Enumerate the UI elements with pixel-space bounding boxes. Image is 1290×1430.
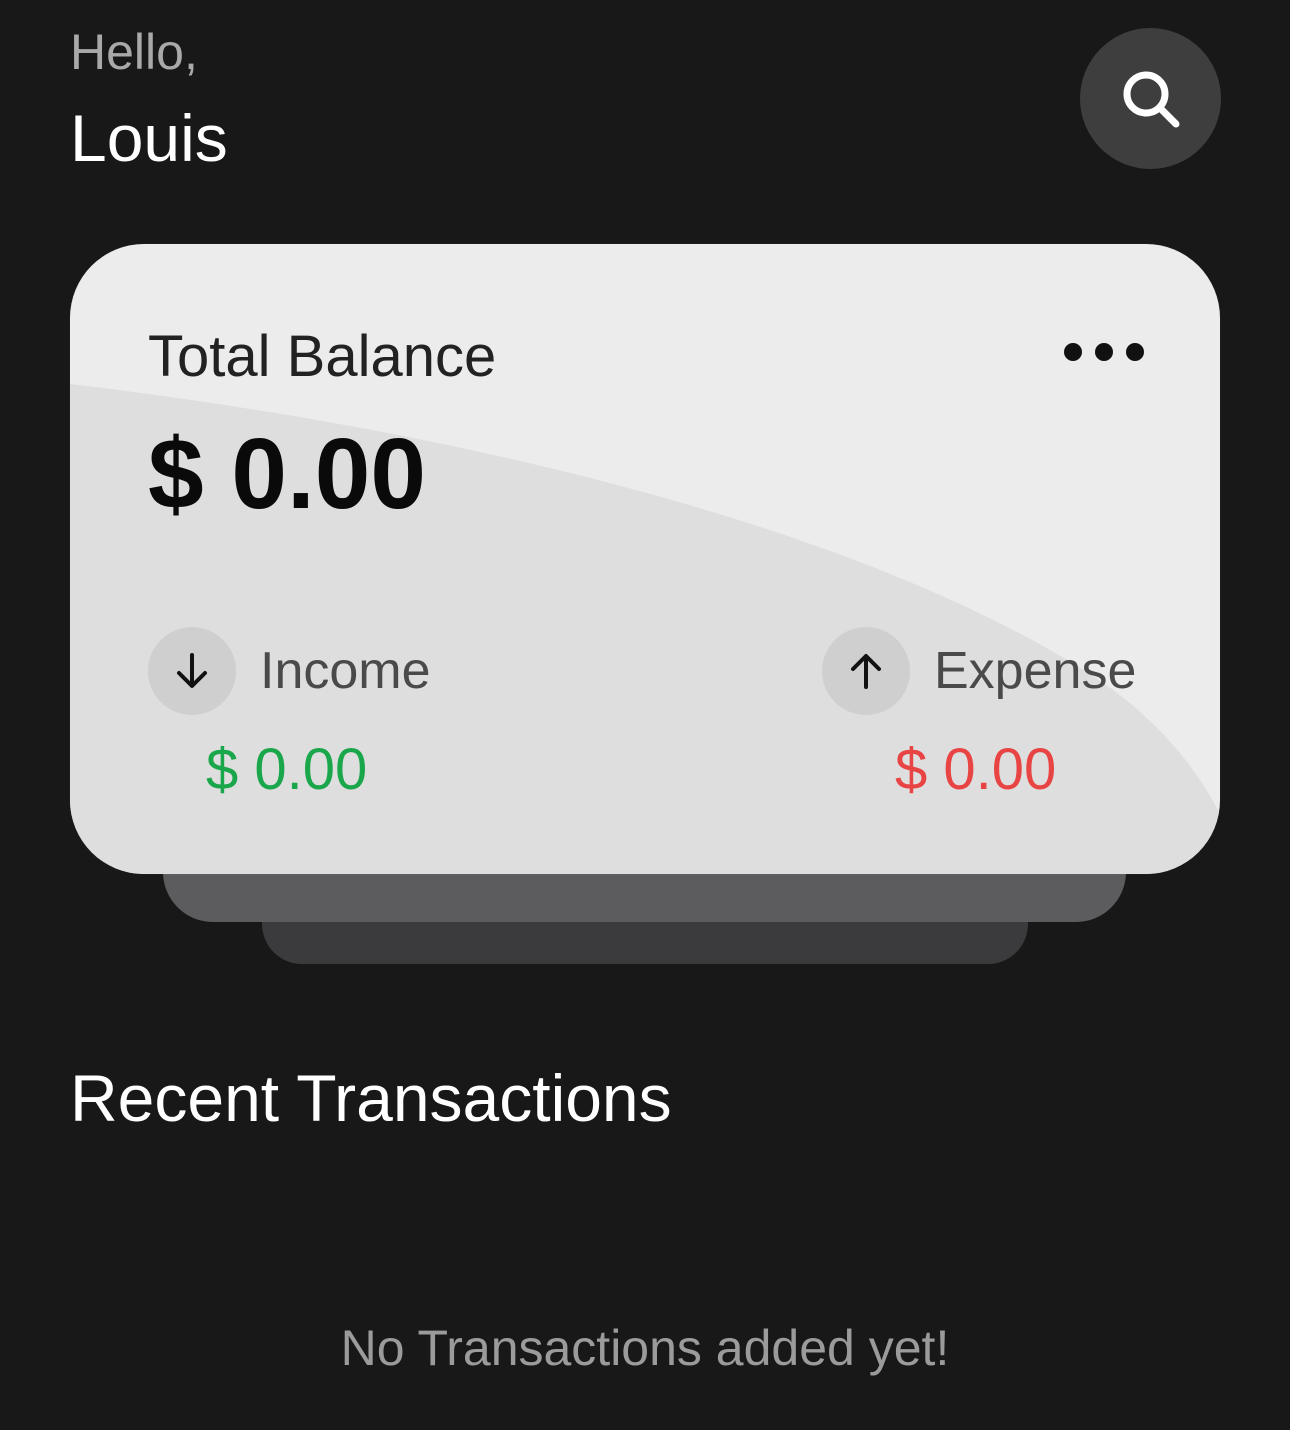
more-dot bbox=[1095, 343, 1113, 361]
total-balance-amount: $ 0.00 bbox=[148, 418, 427, 530]
expense-label: Expense bbox=[934, 642, 1137, 700]
username: Louis bbox=[70, 101, 228, 175]
more-dot bbox=[1064, 343, 1082, 361]
recent-transactions-title: Recent Transactions bbox=[70, 1061, 672, 1135]
search-button[interactable] bbox=[1080, 28, 1221, 169]
total-balance-card[interactable]: Total Balance $ 0.00 Income $ 0.00 Expen… bbox=[70, 244, 1220, 874]
arrow-up-icon bbox=[851, 654, 881, 689]
greeting-text: Hello, bbox=[70, 24, 198, 80]
expense-amount: $ 0.00 bbox=[895, 737, 1057, 802]
income-label: Income bbox=[260, 642, 431, 700]
income-icon-badge bbox=[148, 627, 236, 715]
more-options-button[interactable] bbox=[1064, 334, 1144, 370]
income-amount: $ 0.00 bbox=[206, 737, 368, 802]
empty-transactions-message: No Transactions added yet! bbox=[340, 1320, 950, 1376]
more-dot bbox=[1126, 343, 1144, 361]
search-icon bbox=[1123, 71, 1179, 127]
expense-icon-badge bbox=[822, 627, 910, 715]
arrow-down-icon bbox=[177, 653, 207, 688]
card-title: Total Balance bbox=[148, 324, 497, 389]
